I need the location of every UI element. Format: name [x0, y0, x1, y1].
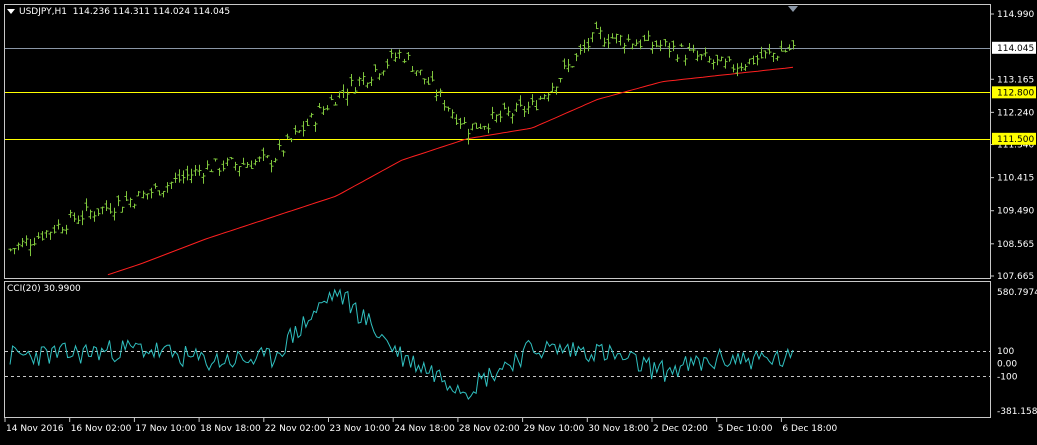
- time-tick-label: 22 Nov 02:00: [265, 424, 326, 434]
- current-price-label: 114.045: [997, 44, 1034, 54]
- price-tick-label: 107.665: [997, 272, 1034, 282]
- price-tick-label: 108.565: [997, 240, 1034, 250]
- price-tick-label: 110.415: [997, 174, 1034, 184]
- price-tick-label: 113.165: [997, 75, 1034, 85]
- level-price-label: 111.500: [997, 135, 1034, 145]
- symbol-timeframe-label: USDJPY,H1: [19, 7, 67, 17]
- price-axis[interactable]: 114.990113.165112.240111.340110.415109.4…: [990, 10, 1036, 282]
- chart-header: USDJPY,H1 114.236 114.311 114.024 114.04…: [7, 7, 230, 18]
- chart-canvas[interactable]: 114.990113.165112.240111.340110.415109.4…: [0, 0, 1037, 441]
- ohlc-values: 114.236 114.311 114.024 114.045: [72, 7, 231, 17]
- price-tick-label: 109.490: [997, 207, 1034, 217]
- dropdown-triangle-icon[interactable]: [7, 9, 15, 14]
- cci-tick-label: 100: [997, 347, 1014, 357]
- time-tick-label: 17 Nov 10:00: [135, 424, 196, 434]
- time-tick-label: 2 Dec 02:00: [653, 424, 708, 434]
- time-tick-label: 5 Dec 10:00: [718, 424, 773, 434]
- time-tick-label: 23 Nov 10:00: [330, 424, 391, 434]
- time-tick-label: 18 Nov 18:00: [200, 424, 261, 434]
- cci-indicator-label: CCI(20) 30.9900: [7, 284, 81, 294]
- level-price-label: 112.800: [997, 88, 1034, 98]
- cci-tick-label: -100: [997, 372, 1018, 382]
- time-tick-label: 24 Nov 18:00: [394, 424, 455, 434]
- time-tick-label: 16 Nov 02:00: [71, 424, 132, 434]
- time-tick-label: 6 Dec 18:00: [782, 424, 837, 434]
- cci-tick-label: -381.1584: [997, 407, 1037, 417]
- cci-tick-label: 0.00: [997, 360, 1017, 370]
- time-tick-label: 29 Nov 10:00: [524, 424, 585, 434]
- time-tick-label: 28 Nov 02:00: [459, 424, 520, 434]
- price-tick-label: 114.990: [997, 10, 1034, 20]
- chart-window[interactable]: 114.990 113.165 112.240 111.340 110.415 109.4…: [0, 0, 1037, 441]
- time-tick-label: 14 Nov 2016: [6, 424, 64, 434]
- price-tick-label: 112.240: [997, 108, 1034, 118]
- cci-tick-label: 580.7974: [997, 288, 1037, 298]
- time-tick-label: 30 Nov 18:00: [588, 424, 649, 434]
